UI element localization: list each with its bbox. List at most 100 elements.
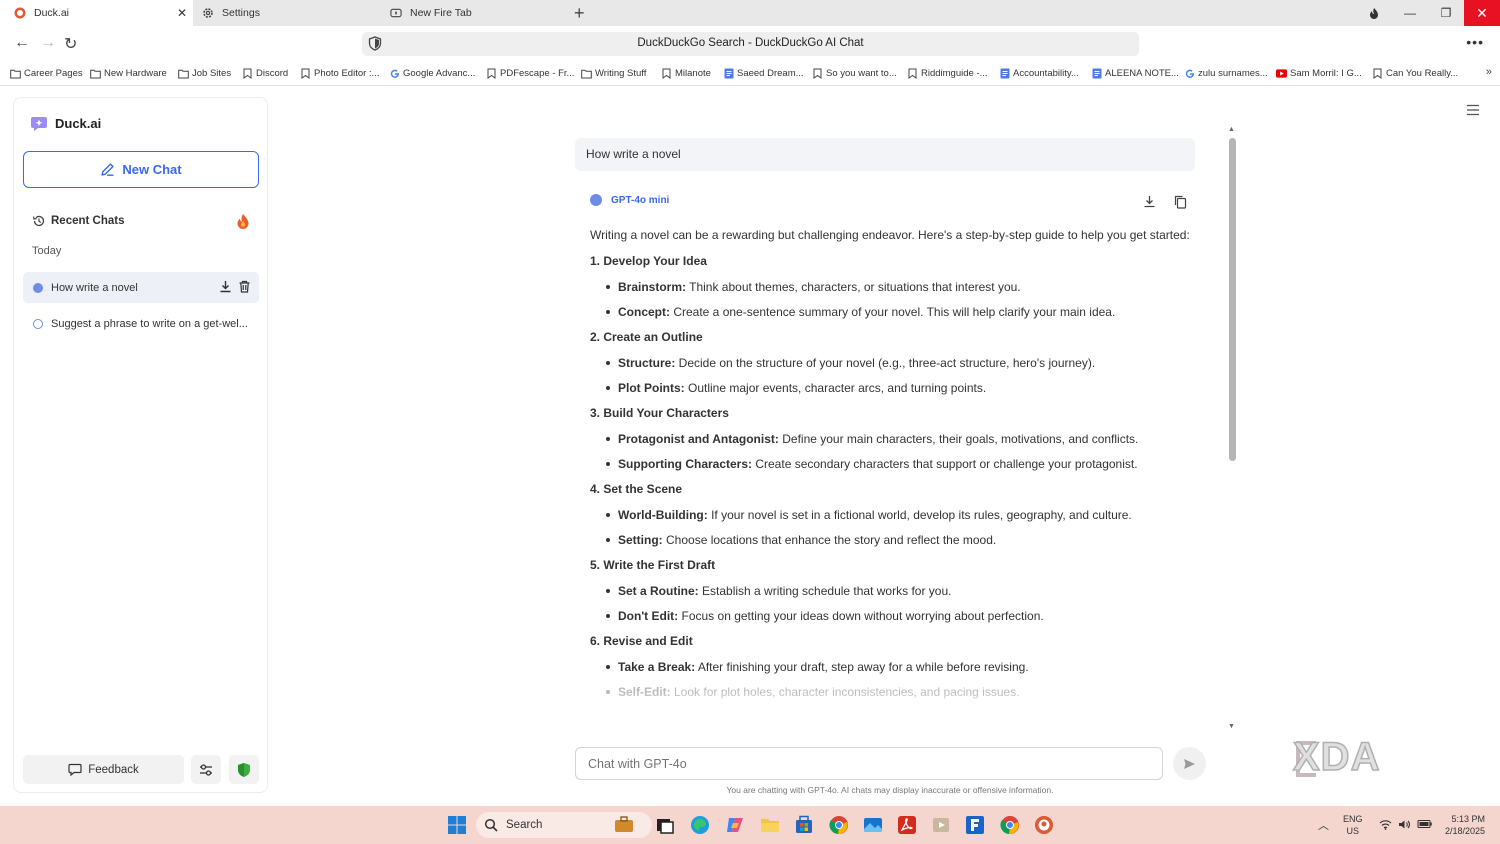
tab-settings[interactable]: Settings [200, 0, 380, 26]
list-item: Don't Edit: Focus on getting your ideas … [590, 607, 1190, 625]
acrobat-icon[interactable] [897, 815, 917, 835]
bookmark-item[interactable]: Discord [242, 68, 288, 79]
bookmark-item[interactable]: So you want to... [812, 68, 897, 79]
send-button[interactable] [1173, 747, 1206, 780]
copy-icon[interactable] [1174, 195, 1187, 214]
gear-icon [202, 7, 214, 19]
trash-icon[interactable] [238, 280, 251, 293]
close-window-icon[interactable]: ✕ [1464, 0, 1500, 26]
scroll-down-arrow-icon[interactable]: ▼ [1228, 723, 1235, 730]
photos-icon[interactable] [863, 815, 883, 835]
bookmark-label: Saeed Dream... [737, 68, 804, 79]
bookmark-item[interactable]: Can You Really... [1372, 68, 1458, 79]
address-bar[interactable]: DuckDuckGo Search - DuckDuckGo AI Chat [362, 32, 1139, 56]
language-indicator[interactable]: ENG US [1343, 813, 1363, 837]
taskbar: Search ︿ ENG US 5:13 PM 2/18/2025 [0, 806, 1500, 844]
docs-icon [723, 68, 734, 79]
close-tab-icon[interactable]: ✕ [177, 6, 187, 20]
list-item-text: Focus on getting your ideas down without… [678, 609, 1044, 623]
folder-icon [581, 68, 592, 79]
fire-clear-icon[interactable] [236, 213, 250, 234]
chat-dot-icon [33, 318, 43, 329]
tab-duck-ai[interactable]: Duck.ai ✕ [0, 0, 193, 26]
volume-icon[interactable] [1398, 819, 1411, 832]
media-player-icon[interactable] [931, 815, 951, 835]
list-item-text: Think about themes, characters, or situa… [686, 280, 1021, 294]
bookmark-item[interactable]: PDFescape - Fr... [486, 68, 574, 79]
scroll-up-arrow-icon[interactable]: ▲ [1228, 126, 1235, 133]
clock[interactable]: 5:13 PM 2/18/2025 [1445, 813, 1485, 837]
list-item-text: If your novel is set in a fictional worl… [707, 508, 1132, 522]
assistant-response: Writing a novel can be a rewarding but c… [590, 226, 1190, 721]
bookmark-item[interactable]: zulu surnames... [1184, 68, 1268, 79]
brand-name: Duck.ai [55, 115, 102, 131]
more-menu-icon[interactable]: ••• [1466, 34, 1484, 50]
bookmark-item[interactable]: Writing Stuff [581, 68, 646, 79]
chevron-up-icon[interactable]: ︿ [1318, 817, 1329, 833]
bookmarks-overflow-icon[interactable]: » [1486, 66, 1492, 78]
green-shield-icon [238, 762, 250, 777]
forward-icon[interactable]: → [40, 34, 56, 52]
task-view-icon[interactable] [655, 815, 675, 835]
wifi-icon[interactable] [1379, 819, 1392, 832]
reload-icon[interactable]: ↻ [64, 34, 77, 54]
chat-bubble-icon [68, 763, 82, 776]
scrollbar-thumb[interactable] [1229, 138, 1236, 461]
brand: Duck.ai [30, 114, 101, 132]
download-response-icon[interactable] [1143, 195, 1156, 213]
list-item-term: Setting: [618, 533, 663, 547]
file-explorer-icon[interactable] [760, 815, 780, 835]
taskbar-search-label: Search [506, 819, 543, 831]
bookmark-item[interactable]: Milanote [661, 68, 711, 79]
hamburger-menu-icon[interactable] [1466, 103, 1480, 121]
fire-button-icon[interactable] [1356, 0, 1392, 26]
bookmark-item[interactable]: Riddimguide -... [907, 68, 988, 79]
battery-icon[interactable] [1416, 819, 1433, 831]
bookmark-item[interactable]: Job Sites [178, 68, 231, 79]
bookmark-item[interactable]: Google Advanc... [389, 68, 475, 79]
bookmark-icon [661, 68, 672, 79]
bookmark-icon [907, 68, 918, 79]
restore-icon[interactable]: ❐ [1428, 0, 1464, 26]
bookmark-icon [1372, 68, 1383, 79]
navigation-bar: ← → ↻ DuckDuckGo Search - DuckDuckGo AI … [0, 26, 1500, 62]
bookmark-item[interactable]: New Hardware [90, 68, 167, 79]
list-item-term: Supporting Characters: [618, 457, 753, 471]
bookmark-item[interactable]: Saeed Dream... [723, 68, 804, 79]
chat-item-how-write-a-novel[interactable]: How write a novel [23, 272, 259, 303]
settings-sliders-button[interactable] [191, 755, 221, 784]
tab-bar: Duck.ai ✕ Settings New Fire Tab + — ❐ ✕ [0, 0, 1500, 26]
new-chat-button[interactable]: New Chat [23, 151, 259, 188]
chrome-icon[interactable] [829, 815, 849, 835]
bookmark-item[interactable]: Career Pages [10, 68, 83, 79]
chrome-profile-icon[interactable] [1000, 815, 1020, 835]
privacy-shield-button[interactable] [229, 755, 259, 784]
list-item-text: Choose locations that enhance the story … [662, 533, 997, 547]
user-message: How write a novel [575, 138, 1195, 171]
download-icon[interactable] [219, 280, 232, 293]
bookmark-icon [242, 68, 253, 79]
edge-icon[interactable] [690, 815, 710, 835]
new-tab-button[interactable]: + [574, 3, 585, 24]
minimize-icon[interactable]: — [1392, 0, 1428, 26]
feedback-button[interactable]: Feedback [23, 755, 184, 784]
chat-input[interactable] [575, 747, 1163, 780]
bookmark-item[interactable]: Accountability... [999, 68, 1079, 79]
tab-new-fire-tab[interactable]: New Fire Tab [388, 0, 568, 26]
bookmark-item[interactable]: ALEENA NOTE... [1091, 68, 1179, 79]
duckduckgo-taskbar-icon[interactable] [1034, 815, 1054, 835]
list-item: Plot Points: Outline major events, chara… [590, 379, 1190, 397]
pencil-icon [101, 163, 114, 176]
bookmark-item[interactable]: Sam Morril: I G... [1276, 68, 1362, 79]
copilot-icon[interactable] [725, 815, 745, 835]
back-icon[interactable]: ← [14, 34, 30, 52]
chat-item-suggest-a-phrase[interactable]: Suggest a phrase to write on a get-wel..… [23, 308, 259, 339]
store-icon[interactable] [794, 815, 814, 835]
folder-icon [178, 68, 189, 79]
bookmark-label: Photo Editor :... [314, 68, 380, 79]
fastfox-icon[interactable] [965, 815, 985, 835]
taskbar-search[interactable]: Search [476, 812, 652, 838]
bookmark-label: Sam Morril: I G... [1290, 68, 1362, 79]
bookmark-item[interactable]: Photo Editor :... [300, 68, 379, 79]
windows-start-icon[interactable] [447, 815, 467, 835]
